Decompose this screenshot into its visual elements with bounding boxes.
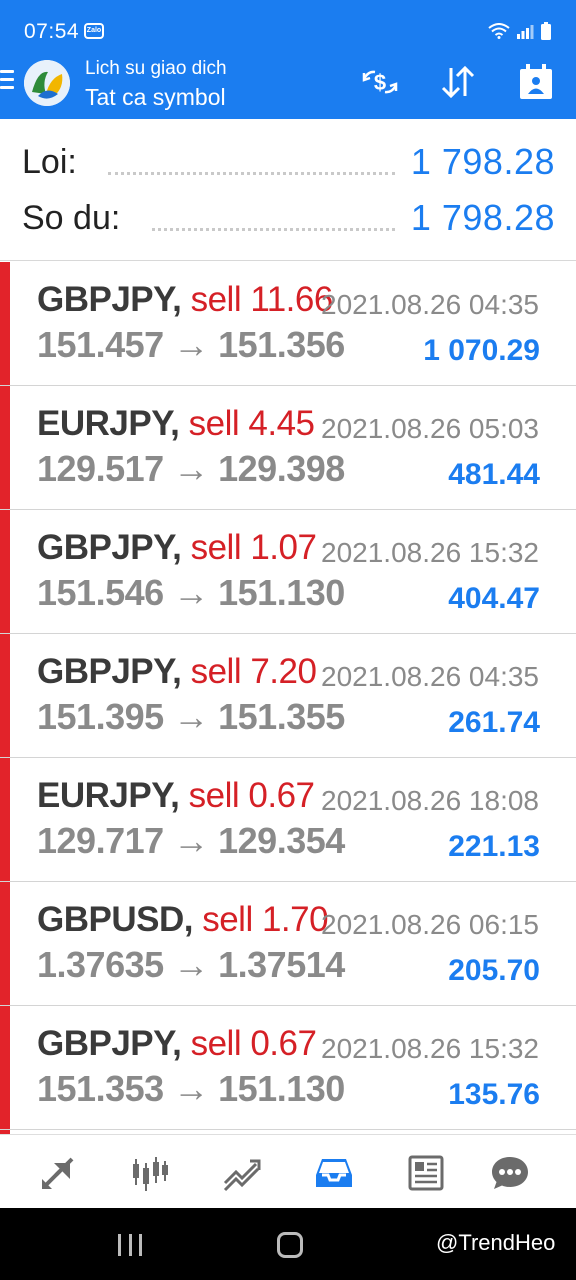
sell-indicator-bar <box>0 510 10 633</box>
trade-datetime: 2021.08.26 04:35 <box>321 661 539 692</box>
candlestick-chart-icon[interactable] <box>128 1151 172 1195</box>
profit-label: Loi: <box>22 143 77 181</box>
trade-prices: 151.546 → 151.130 <box>37 572 345 613</box>
profit-row: Loi: 1 798.28 <box>0 137 576 193</box>
menu-icon[interactable] <box>0 70 16 96</box>
trade-symbol: GBPJPY, <box>37 280 182 319</box>
bottom-navigation <box>0 1134 576 1208</box>
trade-side-volume: sell 1.70 <box>202 900 329 939</box>
sort-icon[interactable] <box>438 62 478 102</box>
sell-indicator-bar <box>0 634 10 757</box>
status-bar: 07:54 Zalo <box>0 0 576 58</box>
recent-apps-icon[interactable] <box>118 1234 142 1256</box>
balance-value: 1 798.28 <box>410 197 555 238</box>
trade-profit: 1 070.29 <box>423 334 540 367</box>
trade-datetime: 2021.08.26 05:03 <box>321 413 539 444</box>
balance-row: So du: 1 798.28 <box>0 193 576 249</box>
app-header: 07:54 Zalo Lich su giao dich Tat ca symb… <box>0 0 576 119</box>
signal-icon <box>517 25 534 39</box>
trade-profit: 261.74 <box>448 706 540 739</box>
currency-exchange-icon[interactable]: $ <box>360 62 400 102</box>
trade-history-list[interactable]: GBPJPY, sell 11.66 2021.08.26 04:35 151.… <box>0 262 576 1134</box>
trade-prices: 151.457 → 151.356 <box>37 324 345 365</box>
trade-symbol: GBPJPY, <box>37 652 182 691</box>
trade-symbol: GBPJPY, <box>37 1024 182 1063</box>
trade-profit: 205.70 <box>448 954 540 987</box>
trade-header: GBPUSD, sell 1.70 <box>37 900 329 940</box>
trade-datetime: 2021.08.26 06:15 <box>321 909 539 940</box>
trade-header: GBPJPY, sell 0.67 <box>37 1024 317 1064</box>
trade-profit: 135.76 <box>448 1078 540 1111</box>
trade-side-volume: sell 1.07 <box>190 528 317 567</box>
trade-row[interactable]: GBPJPY, sell 11.66 2021.08.26 04:35 151.… <box>0 262 576 386</box>
trade-profit: 481.44 <box>448 458 540 491</box>
trade-side-volume: sell 0.67 <box>188 776 315 815</box>
system-navigation-bar: @TrendHeo <box>0 1208 576 1280</box>
trade-row[interactable]: GBPJPY, sell 0.67 2021.08.26 15:32 151.3… <box>0 1006 576 1130</box>
metatrader-logo-icon <box>24 60 70 106</box>
trade-header: EURJPY, sell 0.67 <box>37 776 315 816</box>
news-icon[interactable] <box>404 1151 448 1195</box>
trade-prices: 129.717 → 129.354 <box>37 820 345 861</box>
trade-prices: 1.37635 → 1.37514 <box>37 944 345 985</box>
sell-indicator-bar <box>0 386 10 509</box>
trade-profit: 404.47 <box>448 582 540 615</box>
trade-side-volume: sell 4.45 <box>188 404 315 443</box>
trade-header: GBPJPY, sell 7.20 <box>37 652 317 692</box>
trade-datetime: 2021.08.26 04:35 <box>321 289 539 320</box>
sell-indicator-bar <box>0 882 10 1005</box>
trade-header: GBPJPY, sell 11.66 <box>37 280 333 320</box>
calendar-period-icon[interactable] <box>516 62 556 102</box>
sell-indicator-bar <box>0 758 10 881</box>
sell-indicator-bar <box>0 262 10 385</box>
trade-prices: 129.517 → 129.398 <box>37 448 345 489</box>
dotted-leader <box>108 171 395 175</box>
trade-prices: 151.353 → 151.130 <box>37 1068 345 1109</box>
trade-profit: 221.13 <box>448 830 540 863</box>
trade-side-volume: sell 11.66 <box>190 280 334 319</box>
header-subtitle[interactable]: Tat ca symbol <box>85 84 226 111</box>
home-icon[interactable] <box>277 1232 303 1258</box>
trade-symbol: EURJPY, <box>37 404 180 443</box>
profit-value: 1 798.28 <box>410 141 555 182</box>
watermark: @TrendHeo <box>436 1230 556 1255</box>
trade-header: GBPJPY, sell 1.07 <box>37 528 317 568</box>
zalo-notification-icon: Zalo <box>84 23 104 39</box>
trade-symbol: GBPJPY, <box>37 528 182 567</box>
wifi-icon <box>488 23 510 39</box>
header-title: Lich su giao dich <box>85 58 227 79</box>
trade-side-volume: sell 0.67 <box>190 1024 317 1063</box>
trade-row[interactable]: EURJPY, sell 0.67 2021.08.26 18:08 129.7… <box>0 758 576 882</box>
trade-row[interactable]: EURJPY, sell 4.45 2021.08.26 05:03 129.5… <box>0 386 576 510</box>
dotted-leader <box>152 227 395 231</box>
trade-symbol: EURJPY, <box>37 776 180 815</box>
trade-datetime: 2021.08.26 18:08 <box>321 785 539 816</box>
trade-chart-icon[interactable] <box>220 1151 264 1195</box>
chat-icon[interactable] <box>488 1151 532 1195</box>
balance-label: So du: <box>22 199 121 237</box>
sell-indicator-bar <box>0 1006 10 1129</box>
trade-symbol: GBPUSD, <box>37 900 193 939</box>
status-time: 07:54 <box>24 20 80 43</box>
history-inbox-icon[interactable] <box>312 1151 356 1195</box>
battery-icon <box>541 22 551 40</box>
trade-row[interactable]: GBPJPY, sell 1.07 2021.08.26 15:32 151.5… <box>0 510 576 634</box>
trade-side-volume: sell 7.20 <box>190 652 317 691</box>
account-summary: Loi: 1 798.28 So du: 1 798.28 <box>0 119 576 261</box>
trade-prices: 151.395 → 151.355 <box>37 696 345 737</box>
status-icons <box>488 22 552 40</box>
trade-datetime: 2021.08.26 15:32 <box>321 1033 539 1064</box>
quotes-arrows-icon[interactable] <box>36 1151 80 1195</box>
svg-text:$: $ <box>374 70 386 95</box>
trade-row[interactable]: GBPUSD, sell 1.70 2021.08.26 06:15 1.376… <box>0 882 576 1006</box>
trade-header: EURJPY, sell 4.45 <box>37 404 315 444</box>
trade-datetime: 2021.08.26 15:32 <box>321 537 539 568</box>
trade-row[interactable]: GBPJPY, sell 7.20 2021.08.26 04:35 151.3… <box>0 634 576 758</box>
